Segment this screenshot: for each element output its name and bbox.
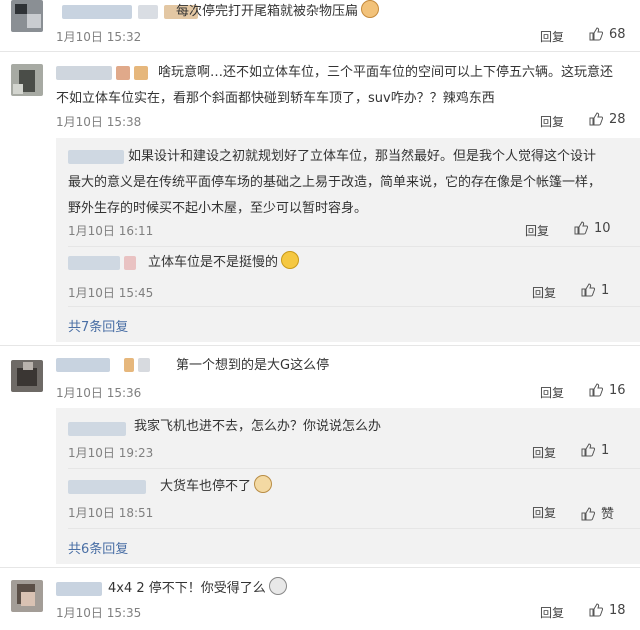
comment-date: 1月10日 15:36 [56, 386, 142, 400]
avatar[interactable] [11, 0, 43, 32]
thumbs-up-icon [589, 27, 604, 41]
comment-text: 第一个想到的是大G这么停 [176, 358, 330, 373]
reply-text: 立体车位是不是挺慢的 [148, 250, 300, 276]
like-button[interactable]: 1 [581, 283, 609, 298]
avatar[interactable] [11, 580, 43, 612]
like-count: 28 [609, 112, 626, 127]
thumbs-up-icon [589, 112, 604, 126]
reply-text: 我家飞机也进不去，怎么办？你说说怎么办 [134, 419, 382, 434]
comment-4: 4x4 2 停不下！你受得了么 1月10日 15:35 回复 18 [0, 568, 640, 630]
reply-button[interactable]: 回复 [540, 113, 564, 130]
thumbs-up-icon [581, 507, 596, 521]
reply-date: 1月10日 16:11 [68, 224, 154, 238]
comment-2: 啥玩意啊…还不如立体车位，三个平面车位的空间可以上下停五六辆。这玩意还 不如立体… [0, 52, 640, 342]
like-count: 赞 [601, 507, 615, 522]
divider [68, 246, 640, 247]
avatar[interactable] [11, 360, 43, 392]
like-count: 10 [594, 221, 611, 236]
like-count: 1 [601, 283, 610, 298]
reply-button[interactable]: 回复 [540, 604, 564, 621]
like-count: 16 [609, 383, 626, 398]
replies-box: 我家飞机也进不去，怎么办？你说说怎么办 1月10日 19:23 回复 1 大货车… [56, 408, 640, 564]
dog-emoji-icon [254, 475, 273, 493]
like-count: 18 [609, 603, 626, 618]
reply-username-blurred[interactable] [68, 256, 138, 270]
comment-date: 1月10日 15:32 [56, 30, 142, 44]
view-more-replies-link[interactable]: 共6条回复 [68, 538, 128, 557]
sad-emoji-icon [268, 577, 287, 595]
like-button[interactable]: 68 [589, 27, 626, 42]
like-count: 1 [601, 443, 610, 458]
comment-date: 1月10日 15:38 [56, 115, 142, 129]
like-button[interactable]: 16 [589, 383, 626, 398]
reply-button[interactable]: 回复 [532, 504, 556, 521]
thumbs-up-icon [581, 283, 596, 297]
replies-box: 如果设计和建设之初就规划好了立体车位，那当然最好。但是我个人觉得这个设计 最大的… [56, 138, 640, 342]
comment-text: 每次停完打开尾箱就被杂物压扁 [176, 0, 380, 25]
reply-date: 1月10日 18:51 [68, 506, 154, 520]
comment-3: 第一个想到的是大G这么停 1月10日 15:36 回复 16 我家飞机也进不去，… [0, 346, 640, 566]
reply-button[interactable]: 回复 [525, 222, 549, 239]
like-button[interactable]: 28 [589, 112, 626, 127]
comment-text: 啥玩意啊…还不如立体车位，三个平面车位的空间可以上下停五六辆。这玩意还 [158, 65, 614, 80]
reply-button[interactable]: 回复 [532, 444, 556, 461]
avatar[interactable] [11, 64, 43, 96]
reply-text: 大货车也停不了 [160, 474, 273, 500]
thumbs-up-icon [581, 443, 596, 457]
comment-date: 1月10日 15:35 [56, 606, 142, 620]
username-blurred[interactable] [56, 582, 106, 596]
view-more-replies-link[interactable]: 共7条回复 [68, 316, 128, 335]
thumbs-up-icon [589, 603, 604, 617]
like-count: 68 [609, 27, 626, 42]
username-blurred[interactable] [56, 358, 156, 372]
reply-text: 如果设计和建设之初就规划好了立体车位，那当然最好。但是我个人觉得这个设计 [128, 149, 597, 164]
reply-date: 1月10日 15:45 [68, 286, 154, 300]
laughing-emoji-icon [281, 251, 300, 269]
divider [68, 306, 640, 307]
thumbs-up-icon [589, 383, 604, 397]
reply-date: 1月10日 19:23 [68, 446, 154, 460]
reply-button[interactable]: 回复 [540, 384, 564, 401]
comment-text: 4x4 2 停不下！你受得了么 [108, 576, 287, 602]
reply-button[interactable]: 回复 [540, 28, 564, 45]
reply-text-line-3: 野外生存的时候买不起小木屋，至少可以暂时容身。 [68, 201, 368, 216]
comment-text-line-2: 不如立体车位实在，看那个斜面都快碰到轿车车顶了，suv咋办？？辣鸡东西 [56, 91, 495, 106]
like-button[interactable]: 1 [581, 443, 609, 458]
reply-username-blurred[interactable] [68, 422, 128, 436]
thumbs-up-icon [574, 221, 589, 235]
like-button[interactable]: 10 [574, 221, 611, 236]
divider [68, 468, 640, 469]
username-blurred[interactable] [56, 66, 156, 80]
comment-1: 每次停完打开尾箱就被杂物压扁 1月10日 15:32 回复 68 [0, 0, 640, 50]
reply-text-line-2: 最大的意义是在传统平面停车场的基础之上易于改造，简单来说，它的存在像是个帐篷一样… [68, 175, 602, 190]
reply-button[interactable]: 回复 [532, 284, 556, 301]
like-button[interactable]: 赞 [581, 503, 614, 522]
reply-username-blurred[interactable] [68, 150, 128, 164]
like-button[interactable]: 18 [589, 603, 626, 618]
divider [68, 528, 640, 529]
reply-username-blurred[interactable] [68, 480, 148, 494]
cat-emoji-icon [361, 0, 380, 18]
